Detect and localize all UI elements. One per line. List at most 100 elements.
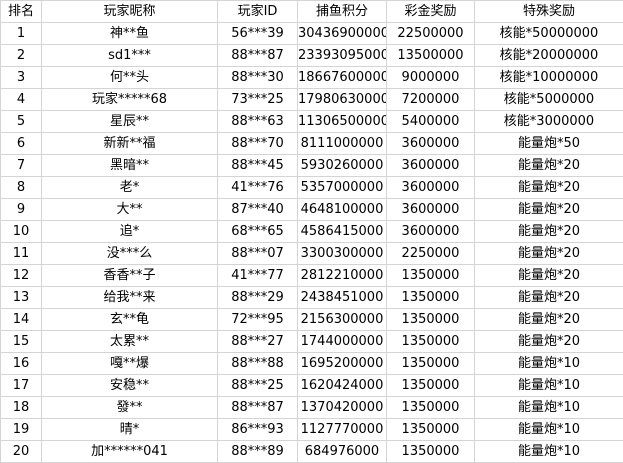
special-reward-cell: 能量炮*20 — [475, 331, 623, 353]
jackpot-reward-cell: 1350000 — [387, 441, 475, 463]
jackpot-reward-cell: 22500000 — [387, 23, 475, 45]
table-row: 20加******04188***896849760001350000能量炮*1… — [1, 441, 623, 463]
table-row: 9大**87***4046481000003600000能量炮*20 — [1, 199, 623, 221]
jackpot-reward-cell: 2250000 — [387, 243, 475, 265]
player-id-cell: 88***70 — [218, 133, 298, 155]
nickname-cell: 發** — [42, 397, 218, 419]
table-row: 2sd1***88***872339309500013500000核能*2000… — [1, 45, 623, 67]
fishing-score-cell: 18667600000 — [298, 67, 387, 89]
player-id-cell: 88***30 — [218, 67, 298, 89]
nickname-cell: 星辰** — [42, 111, 218, 133]
jackpot-reward-cell: 3600000 — [387, 177, 475, 199]
table-row: 11没***么88***0733003000002250000能量炮*20 — [1, 243, 623, 265]
header-fishing-score: 捕鱼积分 — [298, 1, 387, 23]
jackpot-reward-cell: 1350000 — [387, 287, 475, 309]
fishing-score-cell: 5357000000 — [298, 177, 387, 199]
rank-cell: 19 — [1, 419, 42, 441]
header-rank: 排名 — [1, 1, 42, 23]
player-id-cell: 87***40 — [218, 199, 298, 221]
fishing-score-cell: 1620424000 — [298, 375, 387, 397]
rank-cell: 17 — [1, 375, 42, 397]
special-reward-cell: 能量炮*20 — [475, 177, 623, 199]
header-jackpot-reward: 彩金奖励 — [387, 1, 475, 23]
special-reward-cell: 能量炮*10 — [475, 419, 623, 441]
player-id-cell: 88***07 — [218, 243, 298, 265]
rank-cell: 14 — [1, 309, 42, 331]
rank-cell: 2 — [1, 45, 42, 67]
special-reward-cell: 能量炮*20 — [475, 243, 623, 265]
table-body: 1神**鱼56***393043690000022500000核能*500000… — [1, 23, 623, 463]
jackpot-reward-cell: 3600000 — [387, 221, 475, 243]
player-id-cell: 88***87 — [218, 45, 298, 67]
fishing-score-cell: 4586415000 — [298, 221, 387, 243]
table-row: 16嘎**爆88***8816952000001350000能量炮*10 — [1, 353, 623, 375]
nickname-cell: 新新**福 — [42, 133, 218, 155]
jackpot-reward-cell: 9000000 — [387, 67, 475, 89]
jackpot-reward-cell: 3600000 — [387, 133, 475, 155]
nickname-cell: 没***么 — [42, 243, 218, 265]
player-id-cell: 88***27 — [218, 331, 298, 353]
player-id-cell: 73***25 — [218, 89, 298, 111]
rank-cell: 10 — [1, 221, 42, 243]
special-reward-cell: 能量炮*20 — [475, 199, 623, 221]
table-row: 3何**头88***30186676000009000000核能*1000000… — [1, 67, 623, 89]
jackpot-reward-cell: 5400000 — [387, 111, 475, 133]
jackpot-reward-cell: 1350000 — [387, 419, 475, 441]
nickname-cell: 嘎**爆 — [42, 353, 218, 375]
header-special-reward: 特殊奖励 — [475, 1, 623, 23]
rank-cell: 20 — [1, 441, 42, 463]
player-id-cell: 68***65 — [218, 221, 298, 243]
player-id-cell: 56***39 — [218, 23, 298, 45]
rank-cell: 6 — [1, 133, 42, 155]
rank-cell: 18 — [1, 397, 42, 419]
player-id-cell: 88***88 — [218, 353, 298, 375]
player-id-cell: 88***87 — [218, 397, 298, 419]
special-reward-cell: 能量炮*10 — [475, 375, 623, 397]
rank-cell: 3 — [1, 67, 42, 89]
rank-cell: 9 — [1, 199, 42, 221]
table-row: 14玄**龟72***9521563000001350000能量炮*20 — [1, 309, 623, 331]
special-reward-cell: 能量炮*20 — [475, 265, 623, 287]
jackpot-reward-cell: 1350000 — [387, 375, 475, 397]
fishing-score-cell: 2438451000 — [298, 287, 387, 309]
table-row: 10追*68***6545864150003600000能量炮*20 — [1, 221, 623, 243]
player-id-cell: 88***45 — [218, 155, 298, 177]
header-player-id: 玩家ID — [218, 1, 298, 23]
special-reward-cell: 能量炮*50 — [475, 133, 623, 155]
fishing-score-cell: 8111000000 — [298, 133, 387, 155]
nickname-cell: 玄**龟 — [42, 309, 218, 331]
table-row: 4玩家*****6873***25179806300007200000核能*50… — [1, 89, 623, 111]
nickname-cell: 晴* — [42, 419, 218, 441]
fishing-score-cell: 1744000000 — [298, 331, 387, 353]
rank-cell: 4 — [1, 89, 42, 111]
special-reward-cell: 能量炮*10 — [475, 441, 623, 463]
fishing-score-cell: 11306500000 — [298, 111, 387, 133]
fishing-score-cell: 1127770000 — [298, 419, 387, 441]
player-id-cell: 41***77 — [218, 265, 298, 287]
rank-cell: 13 — [1, 287, 42, 309]
jackpot-reward-cell: 3600000 — [387, 199, 475, 221]
header-row: 排名 玩家昵称 玩家ID 捕鱼积分 彩金奖励 特殊奖励 — [1, 1, 623, 23]
rank-cell: 8 — [1, 177, 42, 199]
rank-cell: 5 — [1, 111, 42, 133]
special-reward-cell: 能量炮*20 — [475, 155, 623, 177]
nickname-cell: 安稳** — [42, 375, 218, 397]
table-row: 12香香**子41***7728122100001350000能量炮*20 — [1, 265, 623, 287]
table-row: 17安稳**88***2516204240001350000能量炮*10 — [1, 375, 623, 397]
table-row: 18發**88***8713704200001350000能量炮*10 — [1, 397, 623, 419]
nickname-cell: 太累** — [42, 331, 218, 353]
fishing-score-cell: 684976000 — [298, 441, 387, 463]
nickname-cell: sd1*** — [42, 45, 218, 67]
table-row: 5星辰**88***63113065000005400000核能*3000000 — [1, 111, 623, 133]
fishing-score-cell: 30436900000 — [298, 23, 387, 45]
fishing-score-cell: 1370420000 — [298, 397, 387, 419]
table-row: 15太累**88***2717440000001350000能量炮*20 — [1, 331, 623, 353]
special-reward-cell: 核能*10000000 — [475, 67, 623, 89]
special-reward-cell: 能量炮*10 — [475, 397, 623, 419]
rank-cell: 1 — [1, 23, 42, 45]
player-id-cell: 88***25 — [218, 375, 298, 397]
fishing-score-cell: 2156300000 — [298, 309, 387, 331]
player-id-cell: 41***76 — [218, 177, 298, 199]
nickname-cell: 老* — [42, 177, 218, 199]
fishing-score-cell: 2812210000 — [298, 265, 387, 287]
